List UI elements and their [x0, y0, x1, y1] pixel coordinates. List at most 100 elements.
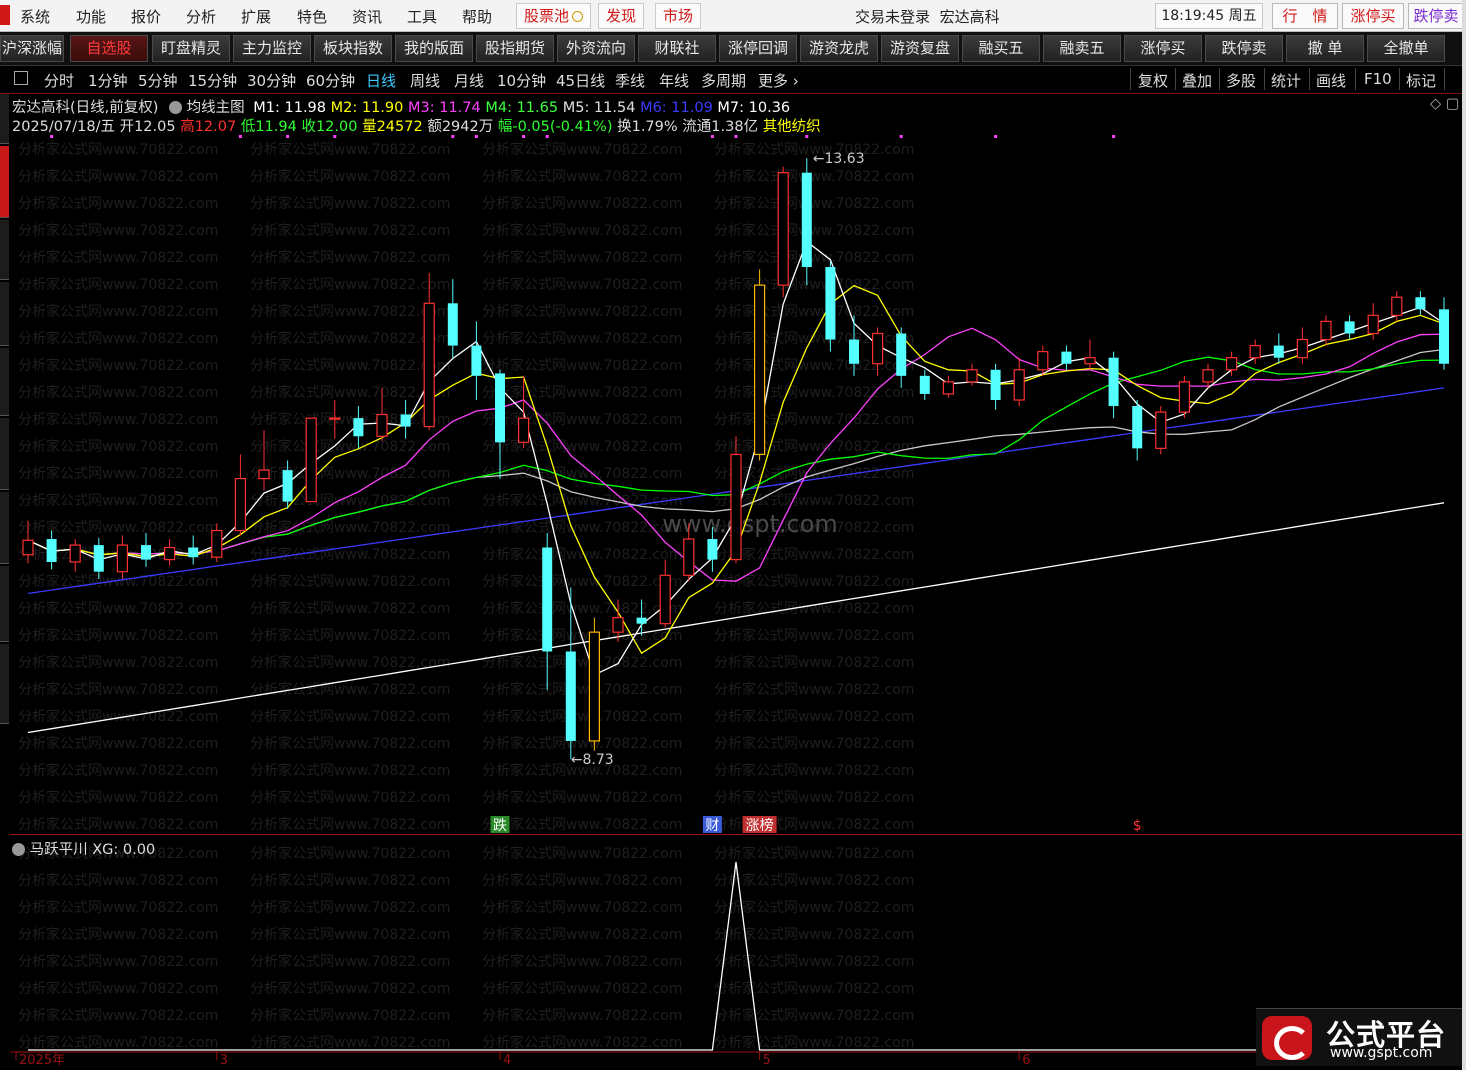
menu-help[interactable]: 帮助: [462, 6, 492, 27]
toolbar-button[interactable]: 我的版面: [395, 35, 473, 62]
chevron-down-icon[interactable]: [169, 101, 183, 114]
candlestick-chart[interactable]: 分析家公式网www.70822.com 分析家公式网www.70822.com 分析…: [10, 94, 1462, 834]
stock-pool-menu[interactable]: 股票池: [516, 3, 592, 29]
discover-menu[interactable]: 发现: [598, 3, 645, 29]
signal-dot: [1112, 135, 1116, 138]
candle-body: [825, 267, 836, 340]
period-5min[interactable]: 5分钟: [138, 70, 178, 91]
period-weekly[interactable]: 周线: [410, 70, 440, 91]
candle-body: [234, 477, 246, 532]
period-15min[interactable]: 15分钟: [188, 70, 237, 91]
time-axis-label: 6: [1022, 1053, 1030, 1066]
period-45day[interactable]: 45日线: [556, 70, 605, 91]
menu-tools[interactable]: 工具: [407, 6, 437, 27]
candle-body: [1344, 321, 1355, 334]
toolbar-button[interactable]: 盯盘精灵: [152, 35, 230, 62]
watermark-text: 分析家公式网www.70822.com: [714, 980, 914, 997]
f10-button[interactable]: F10: [1364, 70, 1392, 88]
watermark-text: 分析家公式网www.70822.com: [18, 465, 218, 482]
indicator-title[interactable]: 马跃平川: [30, 842, 88, 858]
toolbar-button[interactable]: 股指期货: [476, 35, 554, 62]
toolbar-button[interactable]: 涨停回调: [719, 35, 797, 62]
candle-body: [801, 172, 812, 267]
period-10min[interactable]: 10分钟: [497, 70, 546, 91]
limit-down-sell-button[interactable]: 跌停卖: [1408, 3, 1464, 29]
draw-line-button[interactable]: 画线: [1316, 70, 1346, 91]
period-more[interactable]: 更多 ›: [758, 70, 799, 91]
diamond-icon[interactable]: ◇ ▢: [1430, 96, 1459, 112]
period-daily[interactable]: 日线: [366, 70, 396, 91]
watermark-text: 分析家公式网www.70822.com: [714, 357, 914, 374]
cancel-order-button[interactable]: 撤 单: [1286, 35, 1364, 62]
toolbar-button[interactable]: 财联社: [638, 35, 716, 62]
watermark-text: 分析家公式网www.70822.com: [714, 573, 914, 590]
watermark-text: 分析家公式网www.70822.com: [250, 872, 450, 889]
toolbar-button[interactable]: 板块指数: [314, 35, 392, 62]
period-monthly[interactable]: 月线: [454, 70, 484, 91]
toolbar-button[interactable]: 跌停卖: [1205, 35, 1283, 62]
stock-title: 宏达高科(日线,前复权): [12, 100, 159, 116]
period-multi[interactable]: 多周期: [701, 70, 746, 91]
watermark-text: 分析家公式网www.70822.com: [18, 980, 218, 997]
mark-button[interactable]: 标记: [1406, 70, 1436, 91]
toolbar-button[interactable]: 涨停买: [1124, 35, 1202, 62]
event-label: 跌: [493, 818, 507, 834]
left-tab[interactable]: [0, 644, 9, 724]
watermark-text: 分析家公式网www.70822.com: [482, 953, 682, 970]
indicator-name[interactable]: 均线主图: [187, 100, 245, 116]
left-tab[interactable]: [0, 282, 9, 346]
quote-button[interactable]: 行 情: [1272, 3, 1338, 29]
toolbar-button-watchlist[interactable]: 自选股: [70, 35, 148, 62]
watermark-text: 分析家公式网www.70822.com: [714, 195, 914, 212]
menu-extend[interactable]: 扩展: [241, 6, 271, 27]
indicator-chart[interactable]: 分析家公式网www.70822.com 分析家公式网www.70822.com 分析…: [10, 836, 1462, 1066]
left-tab[interactable]: [0, 220, 9, 280]
left-tab[interactable]: [0, 348, 9, 416]
period-timeshare[interactable]: 分时: [44, 70, 74, 91]
candle-body: [730, 453, 742, 561]
cancel-all-button[interactable]: 全撤单: [1367, 35, 1445, 62]
menu-quote[interactable]: 报价: [131, 6, 161, 27]
menu-analysis[interactable]: 分析: [186, 6, 216, 27]
toolbar-button[interactable]: 游资龙虎: [800, 35, 878, 62]
toolbar-button[interactable]: 游资复盘: [881, 35, 959, 62]
period-30min[interactable]: 30分钟: [247, 70, 296, 91]
left-tab[interactable]: [0, 94, 9, 144]
statistics-button[interactable]: 统计: [1271, 70, 1301, 91]
adjust-button[interactable]: 复权: [1138, 70, 1168, 91]
toolbar-button[interactable]: 沪深涨幅: [0, 35, 64, 62]
multi-stock-button[interactable]: 多股: [1226, 70, 1256, 91]
overlay-button[interactable]: 叠加: [1182, 70, 1212, 91]
watermark-text: 分析家公式网www.70822.com: [714, 492, 914, 509]
brand-logo: 公式平台 www.gspt.com: [1256, 1008, 1462, 1066]
menu-system[interactable]: 系统: [20, 6, 50, 27]
ma-m3: M3: 11.74: [407, 100, 481, 116]
brand-logo-icon: [1262, 1016, 1312, 1060]
pane-divider[interactable]: [10, 834, 1462, 835]
toolbar-button[interactable]: 融卖五: [1043, 35, 1121, 62]
watermark-text: 分析家公式网www.70822.com: [714, 899, 914, 916]
menu-function[interactable]: 功能: [76, 6, 106, 27]
market-menu[interactable]: 市场: [655, 3, 702, 29]
divider: [1399, 68, 1400, 90]
period-quarterly[interactable]: 季线: [615, 70, 645, 91]
left-tab[interactable]: [0, 566, 9, 642]
watermark-text: 分析家公式网www.70822.com: [714, 276, 914, 293]
left-tab[interactable]: [0, 418, 9, 490]
period-60min[interactable]: 60分钟: [306, 70, 355, 91]
candle-body: [282, 470, 293, 502]
toolbar-button[interactable]: 外资流向: [557, 35, 635, 62]
candle-body: [1013, 369, 1025, 401]
menu-news[interactable]: 资讯: [352, 6, 382, 27]
layout-toggle-icon[interactable]: [14, 71, 28, 85]
toolbar-button[interactable]: 融买五: [962, 35, 1040, 62]
period-yearly[interactable]: 年线: [659, 70, 689, 91]
toolbar-button[interactable]: 主力监控: [233, 35, 311, 62]
candle-body: [565, 651, 576, 741]
left-tab-active[interactable]: [0, 146, 9, 218]
menu-features[interactable]: 特色: [297, 6, 327, 27]
left-tab[interactable]: [0, 492, 9, 564]
period-1min[interactable]: 1分钟: [88, 70, 128, 91]
limit-up-buy-button[interactable]: 涨停买: [1342, 3, 1404, 29]
chevron-down-icon[interactable]: [12, 843, 25, 856]
